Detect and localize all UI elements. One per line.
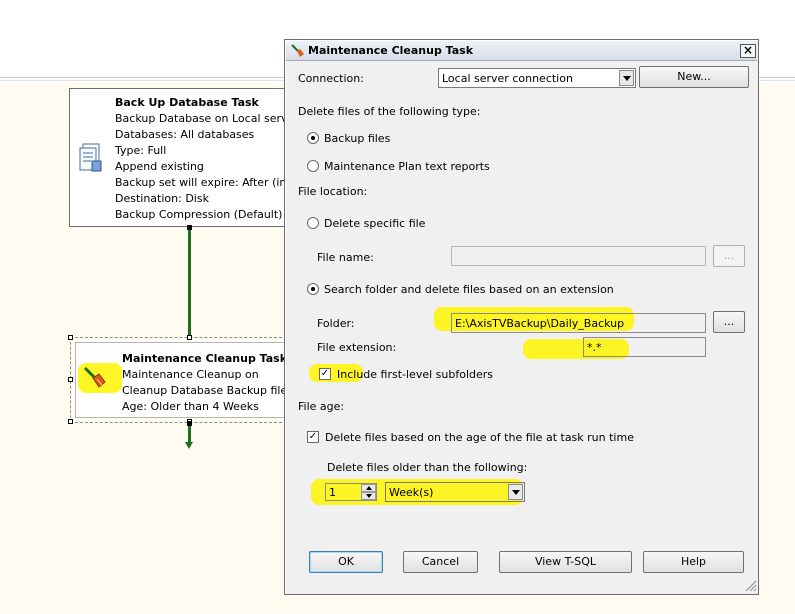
cleanup-task-line: Cleanup Database Backup files [122,384,287,397]
resize-handle[interactable] [68,377,73,382]
dialog-titlebar[interactable]: Maintenance Cleanup Task × [286,41,757,61]
connection-label: Connection: [298,72,364,85]
delete-specific-file-radio[interactable] [307,217,319,229]
text-reports-radio[interactable] [307,160,319,172]
backup-task-line: Backup Compression (Default) [115,208,283,221]
text-reports-label[interactable]: Maintenance Plan text reports [324,160,490,173]
resize-handle[interactable] [68,419,73,424]
backup-task-line: Backup Database on Local server c [115,112,292,125]
backup-files-label[interactable]: Backup files [324,132,390,145]
cleanup-task-line: Maintenance Cleanup on [122,368,259,381]
ok-button[interactable]: OK [309,551,383,573]
maintenance-cleanup-task-box[interactable]: Maintenance Cleanup Task Maintenance Cle… [75,342,287,418]
view-tsql-button[interactable]: View T-SQL [499,551,632,573]
search-folder-label[interactable]: Search folder and delete files based on … [324,283,614,296]
cleanup-task-line: Age: Older than 4 Weeks [122,400,259,413]
maintenance-cleanup-dialog: Maintenance Cleanup Task × Connection: L… [284,39,759,595]
browse-folder-button[interactable]: ... [713,311,745,333]
file-extension-input[interactable]: *.* [583,337,706,357]
file-extension-value: *.* [587,341,602,354]
backup-files-radio[interactable] [307,132,319,144]
delete-type-label: Delete files of the following type: [298,105,481,118]
include-subfolders-label[interactable]: Include first-level subfolders [337,368,493,381]
backup-task-line: Append existing [115,160,204,173]
file-name-input[interactable] [451,246,706,266]
backup-task-icon [78,143,104,173]
help-button[interactable]: Help [643,551,744,573]
connection-select[interactable]: Local server connection [438,68,636,88]
backup-database-task-box[interactable]: Back Up Database Task Backup Database on… [69,88,292,227]
cancel-button[interactable]: Cancel [403,551,478,573]
backup-task-line: Destination: Disk [115,192,209,205]
delete-by-age-label[interactable]: Delete files based on the age of the fil… [325,431,634,444]
file-age-label: File age: [298,400,345,413]
file-location-label: File location: [298,185,368,198]
stepper-down-icon[interactable] [361,492,376,500]
folder-value: E:\AxisTVBackup\Daily_Backup [455,317,625,330]
age-value-stepper[interactable]: 1 [325,483,377,501]
resize-handle[interactable] [68,335,73,340]
connector-start-handle [187,225,192,230]
age-unit-value: Week(s) [389,486,434,499]
browse-file-button[interactable]: ... [713,245,745,267]
dialog-title: Maintenance Cleanup Task [308,44,474,57]
delete-by-age-checkbox[interactable]: ✓ [307,431,319,443]
backup-task-line: Backup set will expire: After (in day [115,176,292,189]
backup-task-line: Databases: All databases [115,128,255,141]
connection-value: Local server connection [442,72,573,85]
chevron-down-icon[interactable] [508,484,523,500]
stepper-up-icon[interactable] [361,484,376,492]
cleanup-task-title: Maintenance Cleanup Task [122,352,287,365]
precedence-connector-out[interactable] [188,426,191,442]
folder-input[interactable]: E:\AxisTVBackup\Daily_Backup [451,313,706,333]
cleanup-broom-icon [82,365,108,391]
backup-task-title: Back Up Database Task [115,96,259,109]
precedence-connector[interactable] [188,229,191,337]
search-folder-radio[interactable] [307,283,319,295]
age-unit-select[interactable]: Week(s) [385,482,525,502]
delete-specific-file-label[interactable]: Delete specific file [324,217,425,230]
chevron-down-icon[interactable] [619,70,634,86]
include-subfolders-checkbox[interactable]: ✓ [319,368,331,380]
resize-handle[interactable] [187,335,192,340]
age-value: 1 [329,486,336,499]
arrow-down-icon [185,442,193,449]
close-icon[interactable]: × [740,44,756,58]
backup-task-line: Type: Full [115,144,167,157]
file-name-label: File name: [317,251,374,264]
resize-grip-icon[interactable] [743,578,757,592]
task-app-icon [290,43,306,59]
folder-label: Folder: [317,317,355,330]
file-extension-label: File extension: [317,341,397,354]
delete-older-label: Delete files older than the following: [327,461,528,474]
new-connection-button[interactable]: New... [639,66,749,88]
